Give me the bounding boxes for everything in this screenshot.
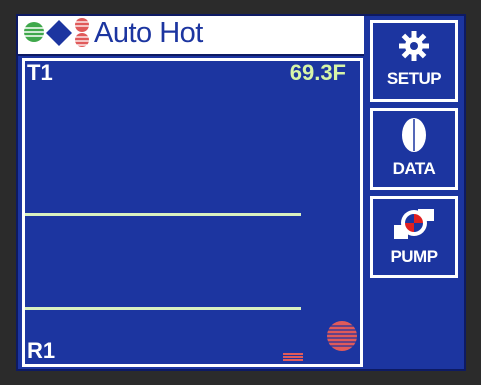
relay-bar-icon [283,353,303,361]
setup-button[interactable]: SETUP [370,20,458,102]
pump-button-label: PUMP [390,247,438,266]
red-stack-icon [74,18,90,47]
mode-label: Auto Hot [94,17,203,49]
relay-label: R1 [27,338,56,363]
temperature-readout: 69.3F [289,60,346,85]
relay-trace [25,307,301,310]
gear-icon [399,31,429,61]
temperature-graph: T1 69.3F R1 [22,58,363,367]
temperature-trace [25,213,301,216]
data-button[interactable]: DATA [370,108,458,190]
relay-indicator-icon [327,321,357,351]
status-header: Auto Hot [18,16,364,56]
data-button-label: DATA [392,159,436,178]
drop-icon [402,118,426,152]
controller-screen: Auto Hot T1 69.3F R1 SETUP DATA PUMP [16,14,466,371]
sensor-label: T1 [27,60,53,85]
green-status-icon [24,22,44,42]
pump-button[interactable]: PUMP [370,196,458,278]
setup-button-label: SETUP [386,69,442,88]
pump-icon [394,209,434,239]
blue-diamond-icon [46,20,72,46]
